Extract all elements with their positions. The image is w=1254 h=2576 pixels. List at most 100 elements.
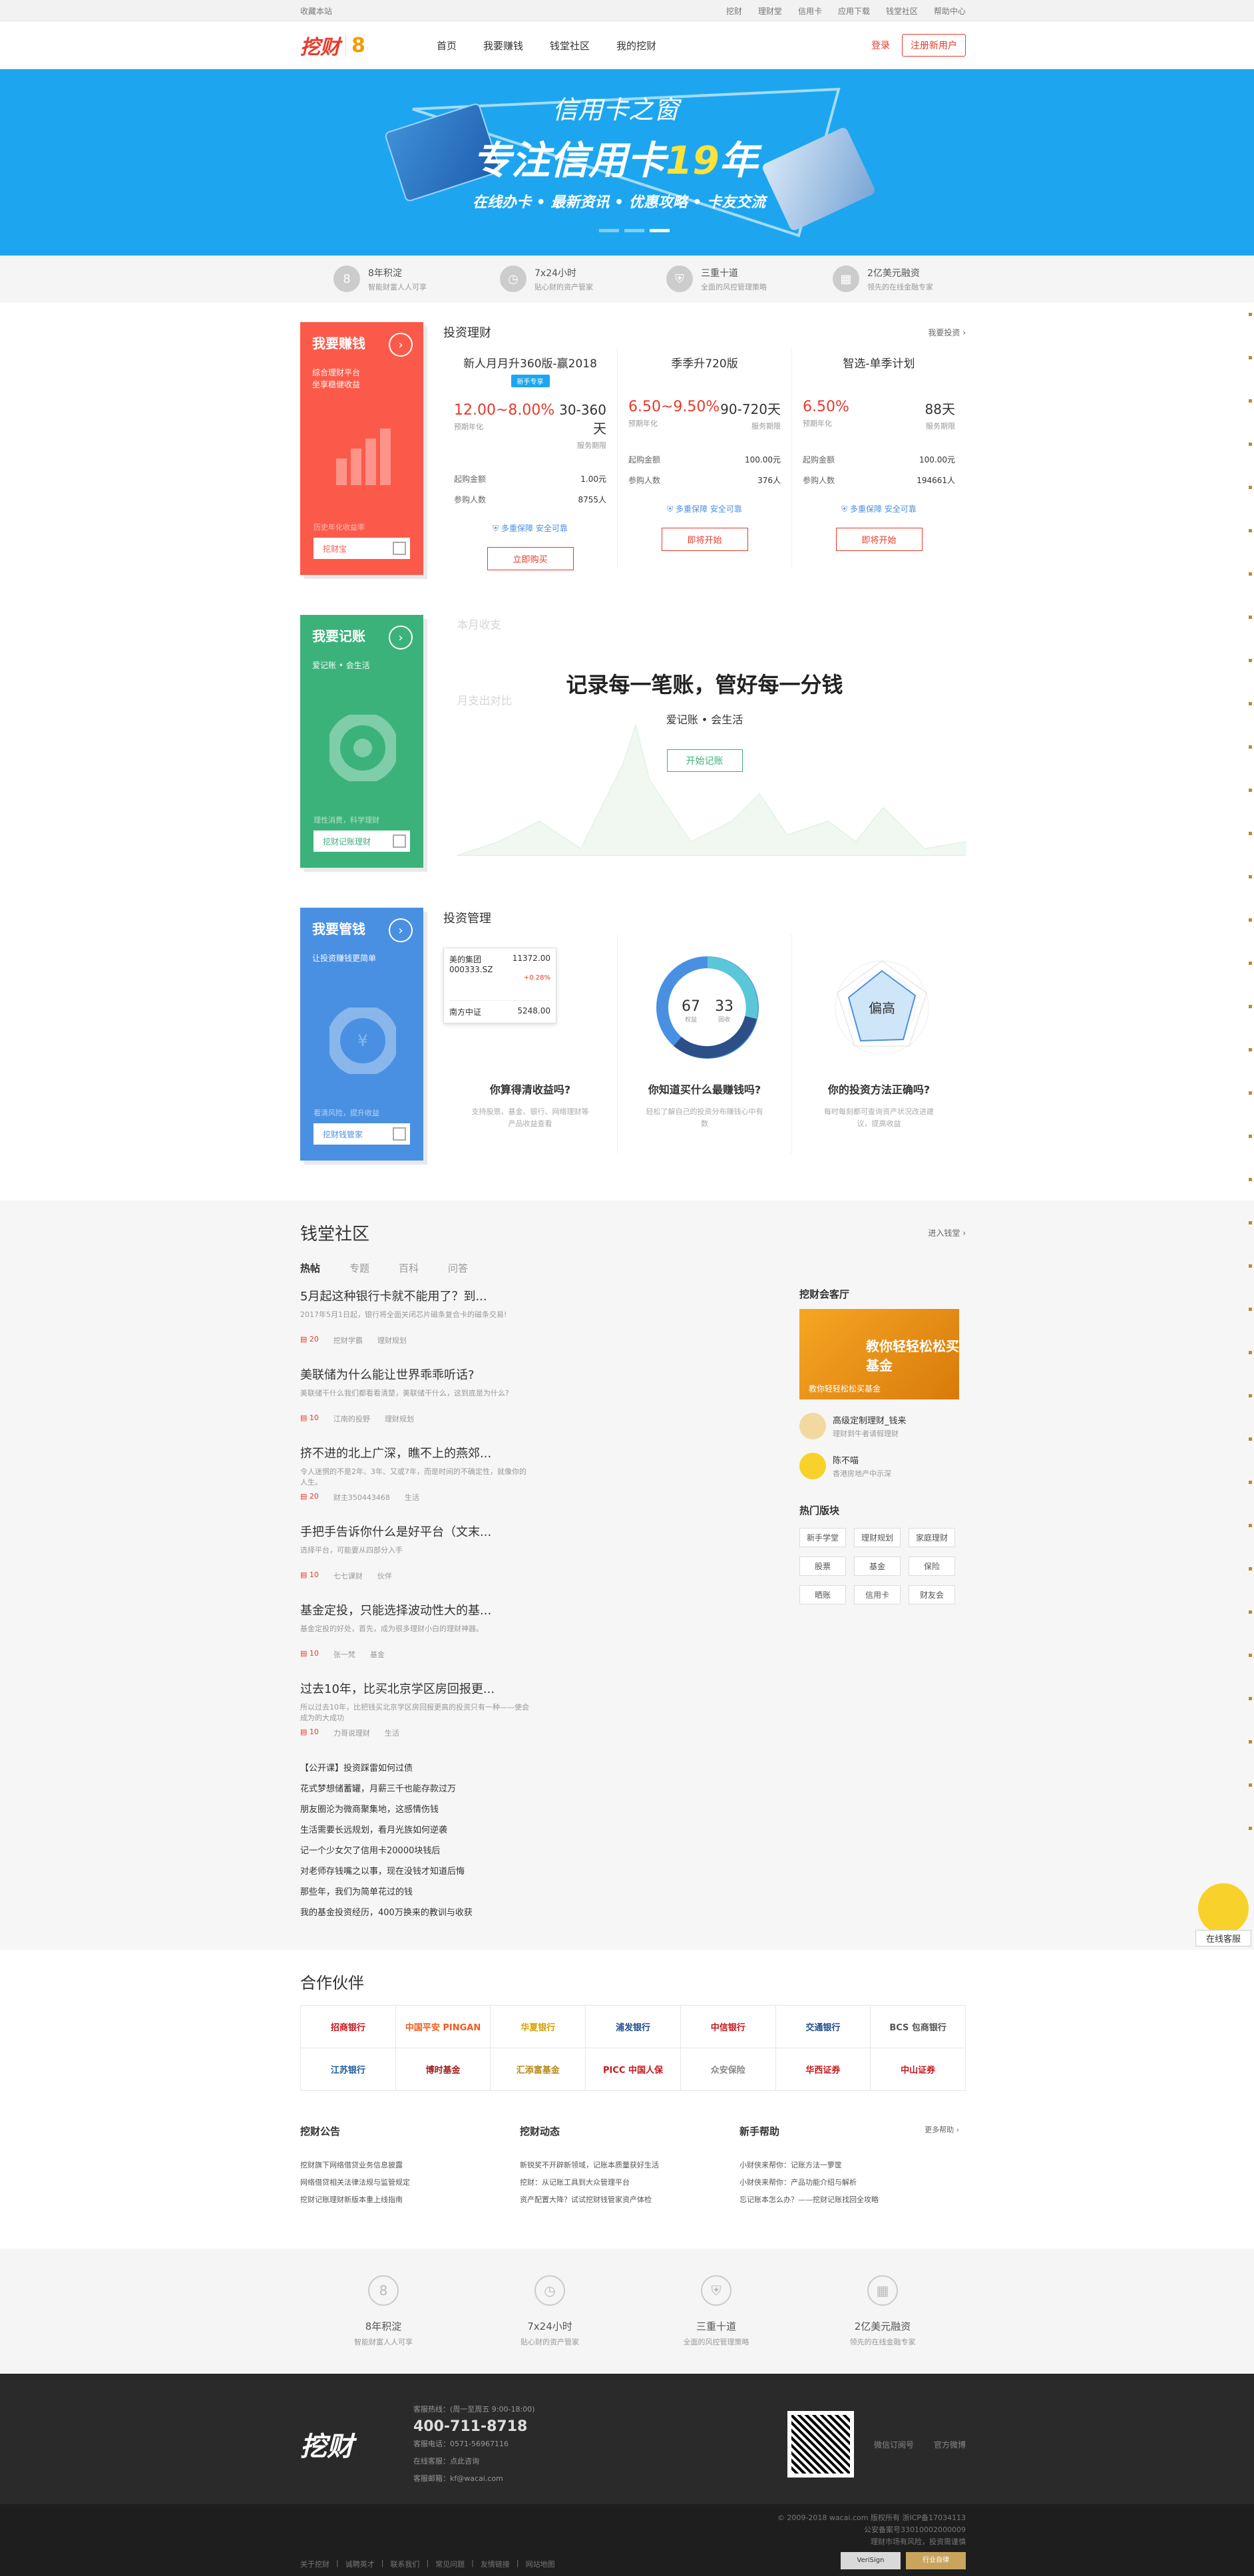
partner-logo[interactable]: 招商银行: [301, 2006, 396, 2048]
partner-logo[interactable]: 博时基金: [395, 2048, 491, 2091]
login-link[interactable]: 登录: [871, 39, 890, 52]
board-tag[interactable]: 理财规划: [854, 1528, 901, 1547]
footer-logo[interactable]: 挖财: [300, 2425, 413, 2464]
partner-logo[interactable]: 中国平安 PINGAN: [395, 2006, 491, 2048]
short-post-link[interactable]: 花式梦想储蓄罐，月薪三千也能存款过万: [300, 1779, 533, 1799]
news-link[interactable]: 挖财：从记账工具到大众管理平台: [520, 2174, 739, 2191]
register-button[interactable]: 注册新用户: [902, 34, 966, 57]
online-service-float[interactable]: 在线客服: [1195, 1883, 1251, 1946]
coming-soon-button[interactable]: 即将开始: [661, 528, 748, 551]
tab-hot[interactable]: 热帖: [300, 1261, 320, 1275]
short-post-link[interactable]: 朋友圈沦为微商聚集地，这感情伤钱: [300, 1799, 533, 1820]
board-tag[interactable]: 保险: [909, 1557, 955, 1576]
partner-logo[interactable]: 华西证券: [775, 2048, 871, 2091]
community-more-link[interactable]: 进入钱堂 ›: [928, 1227, 966, 1238]
partner-logo[interactable]: 众安保险: [680, 2048, 776, 2091]
carousel-dot-active[interactable]: [650, 229, 670, 232]
nav-my-wacai[interactable]: 我的挖财: [616, 39, 656, 53]
board-tag[interactable]: 信用卡: [854, 1585, 901, 1604]
tab-qa[interactable]: 问答: [448, 1261, 468, 1275]
partner-logo[interactable]: 汇添富基金: [491, 2048, 586, 2091]
board-tag[interactable]: 基金: [854, 1557, 901, 1576]
arrow-right-icon[interactable]: ›: [389, 918, 413, 942]
news-link[interactable]: 忘记账本怎么办？——挖财记账找回全攻略: [739, 2191, 959, 2209]
footer-link[interactable]: 友情链接: [481, 2559, 510, 2569]
partner-logo[interactable]: PICC 中国人保: [586, 2048, 681, 2091]
verisign-badge[interactable]: VeriSign: [841, 2552, 901, 2569]
post-item[interactable]: 5月起这种银行卡就不能用了？到... 2017年5月1日起，银行将全面关闭芯片磁条…: [300, 1287, 553, 1346]
footer-link[interactable]: 关于挖财: [300, 2559, 329, 2569]
post-item[interactable]: 挤不进的北上广深，瞧不上的燕郊... 令人迷惘的不是2年、3年、又或7年，而是时间…: [300, 1444, 553, 1503]
top-link-community[interactable]: 钱堂社区: [886, 5, 918, 17]
arrow-right-icon[interactable]: ›: [389, 333, 413, 357]
logo[interactable]: 挖财 8: [300, 31, 437, 60]
board-tag[interactable]: 财友会: [909, 1585, 955, 1604]
partner-logo[interactable]: 中信银行: [680, 2006, 776, 2048]
board-tag[interactable]: 家庭理财: [909, 1528, 955, 1547]
footer-link[interactable]: 常见问题: [435, 2559, 465, 2569]
footer-link[interactable]: 诚聘英才: [345, 2559, 375, 2569]
carousel-dot[interactable]: [599, 229, 619, 232]
hero-banner[interactable]: 信用卡之窗 专注信用卡19年 在线办卡 • 最新资讯 • 优惠攻略 • 卡友交流: [0, 69, 1254, 256]
footer-link[interactable]: 联系我们: [390, 2559, 419, 2569]
coming-soon-button[interactable]: 即将开始: [835, 528, 923, 551]
news-link[interactable]: 新锐奖不开辟新领域，记账本质量获好生活: [520, 2157, 739, 2174]
post-item[interactable]: 手把手告诉你什么是好平台（文末... 选择平台，可能要从四部分入手 ▤ 10 七七课财…: [300, 1523, 553, 1581]
partner-logo[interactable]: 中山证券: [871, 2048, 966, 2091]
industry-badge[interactable]: 行业自律: [906, 2552, 966, 2569]
news-link[interactable]: 挖财记账理财新版本重上线指南: [300, 2191, 520, 2209]
news-link[interactable]: 小财侠来帮你：记账方法一箩筐: [739, 2157, 959, 2174]
news-link[interactable]: 小财侠来帮你：产品功能介绍与解析: [739, 2174, 959, 2191]
user-item[interactable]: 高级定制理财_钱来 理财到牛者请假理财: [799, 1413, 966, 1439]
partner-logo[interactable]: BCS 包商银行: [871, 2006, 966, 2048]
tab-topics[interactable]: 专题: [349, 1261, 369, 1275]
bookmark-link[interactable]: 收藏本站: [300, 5, 332, 17]
short-post-link[interactable]: 生活需要长远规划，看月光族如何逆袭: [300, 1820, 533, 1841]
weibo-link[interactable]: 官方微博: [934, 2439, 966, 2450]
short-post-link[interactable]: 记一个少女欠了信用卡20000块钱后: [300, 1841, 533, 1861]
wacaibao-button[interactable]: 挖财宝: [314, 538, 410, 559]
news-link[interactable]: 挖财旗下网络借贷业务信息披露: [300, 2157, 520, 2174]
partner-logo[interactable]: 浦发银行: [586, 2006, 681, 2048]
start-record-button[interactable]: 开始记账: [666, 749, 743, 772]
carousel-dot[interactable]: [624, 229, 644, 232]
lounge-ad-banner[interactable]: 教你轻轻松松买基金 教你轻轻松松买基金: [799, 1309, 959, 1399]
short-post-link[interactable]: 对老师存钱嘴之以事，现在没钱才知道后悔: [300, 1861, 533, 1882]
short-post-link[interactable]: 我的基金投资经历，400万换来的教训与收获: [300, 1903, 533, 1923]
short-post-link[interactable]: 那些年，我们为简单花过的钱: [300, 1882, 533, 1903]
top-link-home[interactable]: 挖财: [726, 5, 742, 17]
partner-logo[interactable]: 江苏银行: [301, 2048, 396, 2091]
news-link[interactable]: 资产配置大降？试试挖财钱管家资产体检: [520, 2191, 739, 2209]
record-side-card[interactable]: 我要记账 › 爱记账 • 会生活 理性消费，科学理财 挖财记账理财: [300, 615, 423, 868]
earn-side-card[interactable]: 我要赚钱 › 综合理财平台 坐享稳健收益 历史年化收益率 挖财宝: [300, 322, 423, 575]
post-item[interactable]: 过去10年，比买北京学区房回报更... 所以过去10年，比把钱买北京学区房回报更高…: [300, 1680, 553, 1738]
top-link-credit[interactable]: 信用卡: [798, 5, 822, 17]
short-post-link[interactable]: 【公开课】投资踩雷如何过债: [300, 1758, 533, 1779]
arrow-right-icon[interactable]: ›: [389, 626, 413, 649]
invest-more-link[interactable]: 我要投资 ›: [928, 327, 966, 338]
news-link[interactable]: 网络借贷相关法律法规与监管规定: [300, 2174, 520, 2191]
footer-link[interactable]: 网站地图: [526, 2559, 555, 2569]
top-link-licaitang[interactable]: 理财堂: [758, 5, 782, 17]
top-link-app[interactable]: 应用下载: [838, 5, 870, 17]
manage-side-card[interactable]: 我要管钱 › 让投资赚钱更简单 ¥ 看清风险，提升收益 挖财钱管家: [300, 908, 423, 1161]
nav-home[interactable]: 首页: [437, 39, 457, 53]
wechat-link[interactable]: 微信订阅号: [874, 2439, 914, 2450]
partner-logo[interactable]: 华夏银行: [491, 2006, 586, 2048]
money-manager-button[interactable]: 挖财钱管家: [314, 1123, 410, 1145]
partner-logo[interactable]: 交通银行: [775, 2006, 871, 2048]
nav-community[interactable]: 钱堂社区: [550, 39, 590, 53]
board-tag[interactable]: 新手学堂: [799, 1528, 846, 1547]
top-link-help[interactable]: 帮助中心: [934, 5, 966, 17]
record-app-button[interactable]: 挖财记账理财: [314, 830, 410, 852]
user-item[interactable]: 陈不喵 香港房地产中示深: [799, 1453, 966, 1479]
buy-now-button[interactable]: 立即购买: [487, 547, 574, 570]
board-tag[interactable]: 股票: [799, 1557, 846, 1576]
board-tag[interactable]: 晒账: [799, 1585, 846, 1604]
post-item[interactable]: 美联储为什么能让世界乖乖听话? 美联储干什么我们都看看清楚，美联储干什么，这到底是…: [300, 1366, 553, 1424]
online-service-link[interactable]: 在线客服：点此咨询: [413, 2453, 534, 2470]
help-more-link[interactable]: 更多帮助 ›: [925, 2124, 959, 2138]
nav-earn[interactable]: 我要赚钱: [483, 39, 523, 53]
tab-wiki[interactable]: 百科: [399, 1261, 419, 1275]
post-item[interactable]: 基金定投，只能选择波动性大的基... 基金定投的好处，首先，成为很多理财小白的理财…: [300, 1601, 553, 1660]
